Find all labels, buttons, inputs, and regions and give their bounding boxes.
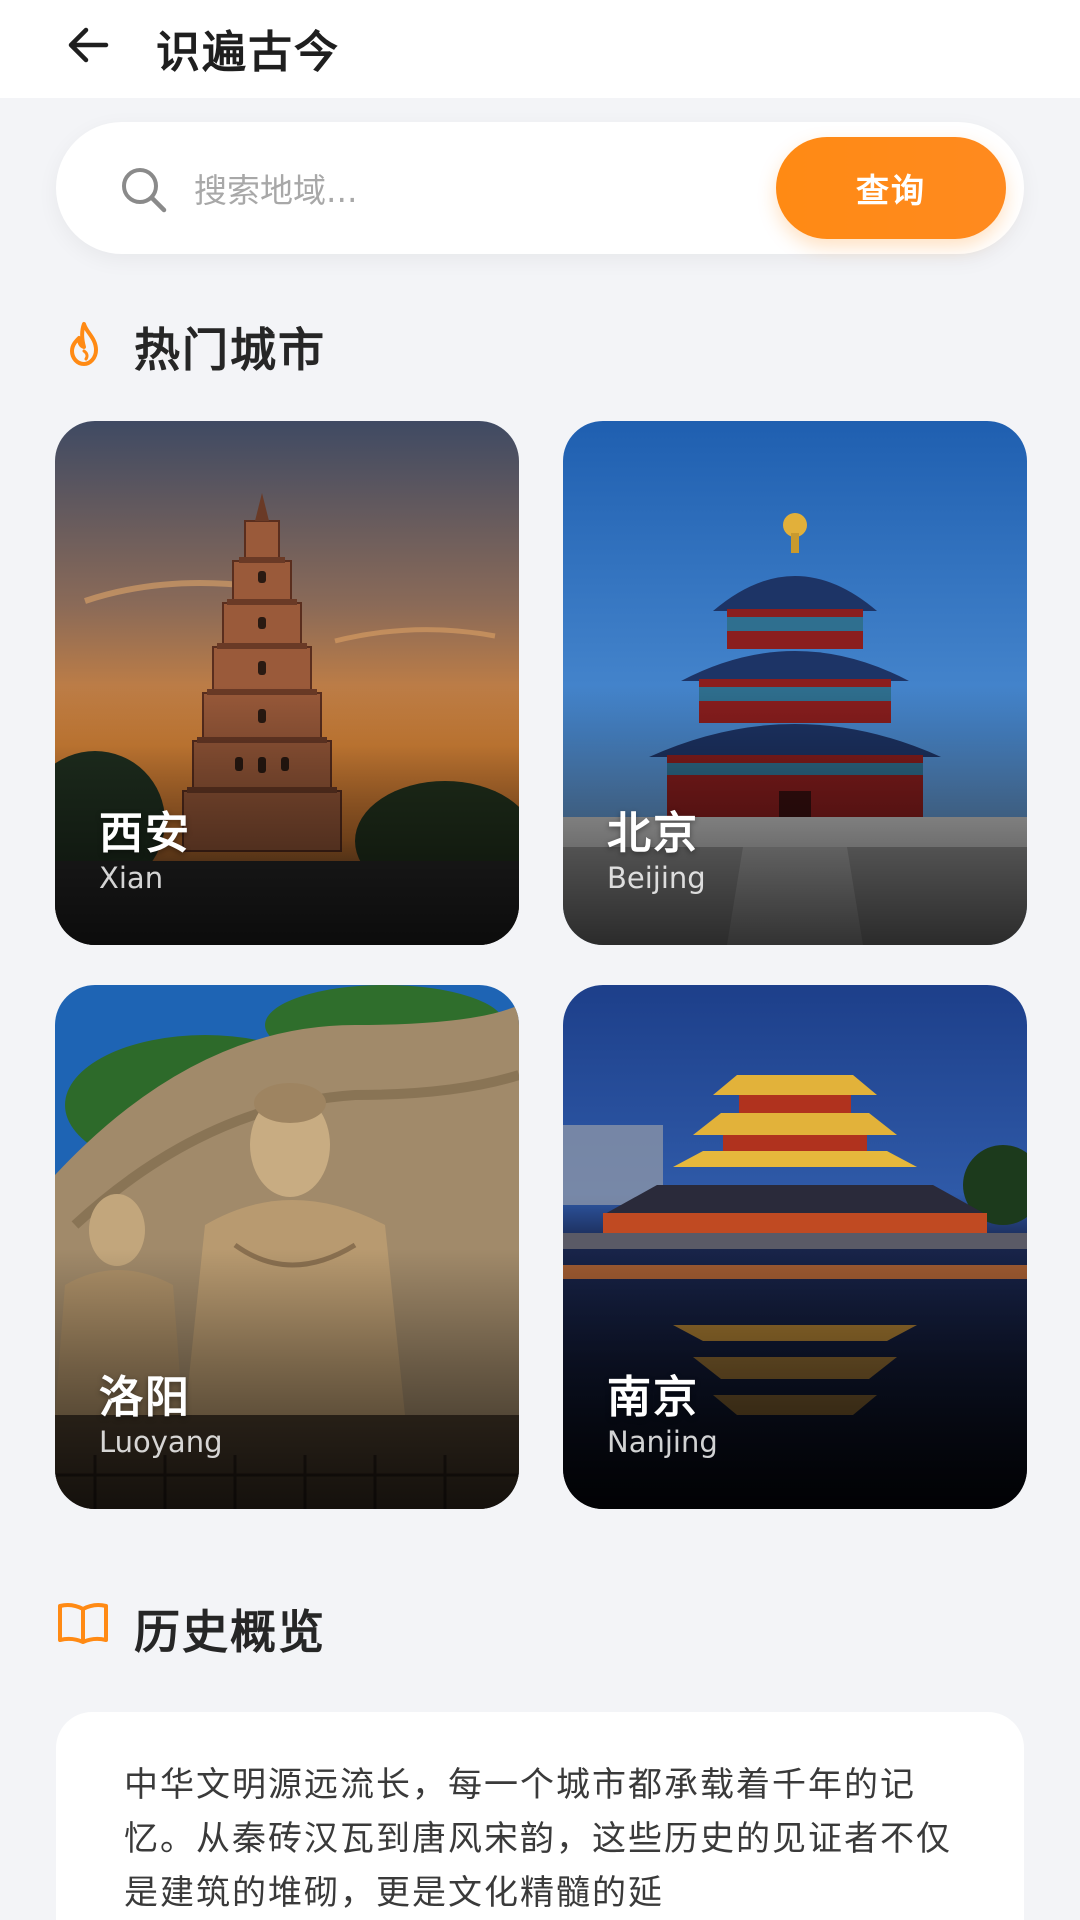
city-name-en: Xian bbox=[99, 861, 164, 895]
city-card-xian[interactable]: 西安 Xian bbox=[55, 421, 519, 945]
app-screen: 识遍古今 查询 热门城市 bbox=[0, 0, 1080, 1920]
city-card-beijing[interactable]: 北京 Beijing bbox=[563, 421, 1027, 945]
city-name-cn: 洛阳 bbox=[99, 1372, 191, 1423]
search-input[interactable] bbox=[194, 160, 714, 220]
arrow-left-icon bbox=[68, 27, 109, 63]
query-button[interactable]: 查询 bbox=[776, 137, 1006, 239]
city-name-cn: 西安 bbox=[99, 808, 191, 859]
city-name-cn: 北京 bbox=[607, 808, 699, 859]
city-name-en: Beijing bbox=[607, 861, 706, 895]
city-card-nanjing[interactable]: 南京 Nanjing bbox=[563, 985, 1027, 1509]
flame-icon bbox=[70, 322, 98, 366]
city-name-en: Nanjing bbox=[607, 1425, 718, 1459]
city-card-luoyang[interactable]: 洛阳 Luoyang bbox=[55, 985, 519, 1509]
history-overview-text: 中华文明源远流长，每一个城市都承载着千年的记忆。从秦砖汉瓦到唐风宋韵，这些历史的… bbox=[124, 1765, 952, 1913]
city-name-cn: 南京 bbox=[607, 1372, 699, 1423]
section-title-history: 历史概览 bbox=[134, 1605, 326, 1659]
back-button[interactable] bbox=[58, 20, 118, 70]
search-icon bbox=[122, 168, 167, 213]
top-bar: 识遍古今 bbox=[0, 0, 1080, 98]
page-title: 识遍古今 bbox=[156, 27, 340, 78]
city-name-en: Luoyang bbox=[99, 1425, 223, 1459]
open-book-icon bbox=[58, 1603, 108, 1644]
section-title-hot-cities: 热门城市 bbox=[134, 323, 326, 377]
